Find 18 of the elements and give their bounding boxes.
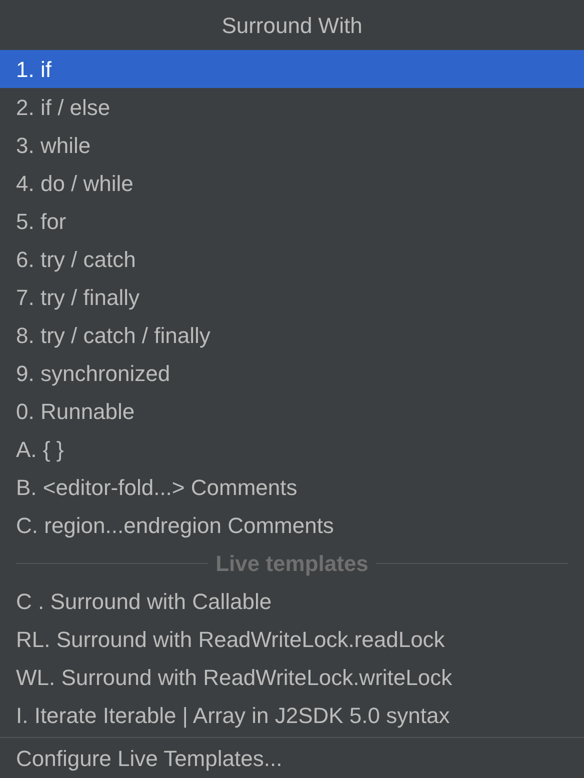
menu-item[interactable]: 2. if / else	[0, 88, 584, 126]
menu-item[interactable]: 7. try / finally	[0, 278, 584, 316]
menu-item[interactable]: I. Iterate Iterable | Array in J2SDK 5.0 syntax	[0, 696, 584, 734]
menu-item[interactable]: C. region...endregion Comments	[0, 506, 584, 544]
menu-item[interactable]: 0. Runnable	[0, 392, 584, 430]
menu-item[interactable]: B. <editor-fold...> Comments	[0, 468, 584, 506]
menu-item[interactable]: C . Surround with Callable	[0, 582, 584, 620]
menu-item[interactable]: 1. if	[0, 50, 584, 88]
menu-item[interactable]: 6. try / catch	[0, 240, 584, 278]
menu-item[interactable]: 9. synchronized	[0, 354, 584, 392]
menu-item[interactable]: 5. for	[0, 202, 584, 240]
menu-item[interactable]: 8. try / catch / finally	[0, 316, 584, 354]
menu-item[interactable]: RL. Surround with ReadWriteLock.readLock	[0, 620, 584, 658]
menu-item[interactable]: WL. Surround with ReadWriteLock.writeLock	[0, 658, 584, 696]
configure-link[interactable]: Configure Live Templates...	[0, 738, 584, 778]
menu-item[interactable]: 3. while	[0, 126, 584, 164]
menu-item[interactable]: A. { }	[0, 430, 584, 468]
menu-item[interactable]: 4. do / while	[0, 164, 584, 202]
